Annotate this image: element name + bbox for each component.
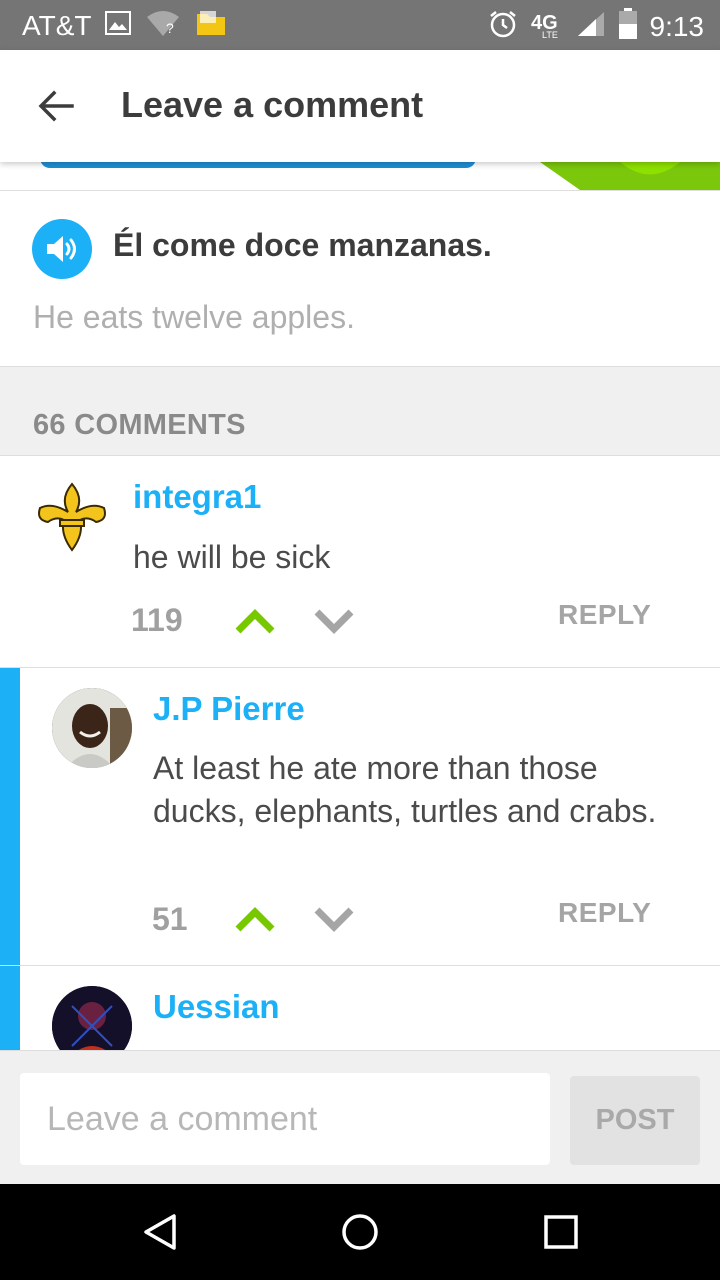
reply-button[interactable]: REPLY	[558, 897, 651, 929]
downvote-icon[interactable]	[312, 904, 356, 934]
downvote-icon[interactable]	[312, 606, 356, 636]
comment-username[interactable]: integra1	[133, 478, 261, 516]
image-icon	[105, 11, 132, 40]
folder-icon	[195, 8, 227, 43]
carrier-label: AT&T	[22, 9, 92, 41]
comments-header: 66 COMMENTS	[0, 367, 720, 456]
lesson-content-peek	[0, 162, 720, 190]
nav-recents-icon[interactable]	[541, 1212, 581, 1252]
comment-reply: Uessian	[0, 966, 720, 1050]
upvote-icon[interactable]	[233, 606, 277, 636]
system-nav-bar	[0, 1184, 720, 1280]
post-button[interactable]: POST	[570, 1076, 700, 1165]
reply-indicator-bar	[0, 966, 20, 1050]
nav-home-icon[interactable]	[340, 1212, 380, 1252]
avatar[interactable]	[52, 688, 132, 768]
comment-text: At least he ate more than those ducks, e…	[153, 750, 657, 829]
sentence-card: Él come doce manzanas. He eats twelve ap…	[0, 191, 720, 367]
continue-button-edge	[40, 162, 476, 168]
speaker-icon[interactable]	[32, 219, 92, 279]
signal-icon	[576, 10, 606, 43]
comments-count: 66 COMMENTS	[33, 409, 246, 441]
sentence-text: Él come doce manzanas.	[113, 227, 492, 263]
arrow-back-icon[interactable]	[36, 88, 76, 124]
reply-button[interactable]: REPLY	[558, 599, 651, 631]
comment-input[interactable]	[20, 1073, 550, 1165]
4g-lte-icon: 4G LTE	[530, 9, 564, 44]
nav-back-icon[interactable]	[140, 1212, 180, 1252]
comment-username[interactable]: J.P Pierre	[153, 690, 305, 728]
status-bar: AT&T ? 4G LTE 9:13	[0, 0, 720, 50]
avatar[interactable]	[52, 986, 132, 1050]
user-photo	[52, 986, 132, 1050]
alarm-icon	[488, 9, 518, 44]
svg-text:LTE: LTE	[542, 30, 558, 39]
page-title: Leave a comment	[121, 84, 424, 125]
clock: 9:13	[649, 10, 705, 42]
upvote-icon[interactable]	[233, 904, 277, 934]
comment-reply: J.P Pierre At least he ate more than tho…	[0, 668, 720, 965]
reply-indicator-bar	[0, 668, 20, 965]
comment-username[interactable]: Uessian	[153, 988, 280, 1026]
fleur-de-lis-icon	[38, 482, 106, 552]
avatar[interactable]	[32, 476, 112, 556]
battery-icon	[618, 8, 638, 45]
mascot-edge-graphic	[540, 162, 720, 190]
comment-composer: POST	[0, 1050, 720, 1184]
vote-count: 51	[152, 901, 188, 937]
vote-count: 119	[131, 602, 183, 638]
wifi-question-icon: ?	[145, 9, 181, 42]
comment-text: he will be sick	[133, 539, 331, 575]
sentence-translation: He eats twelve apples.	[33, 299, 355, 335]
app-bar: Leave a comment	[0, 50, 720, 162]
comment: integra1 he will be sick 119 REPLY	[0, 456, 720, 667]
user-photo	[52, 688, 132, 768]
svg-text:?: ?	[166, 20, 174, 36]
